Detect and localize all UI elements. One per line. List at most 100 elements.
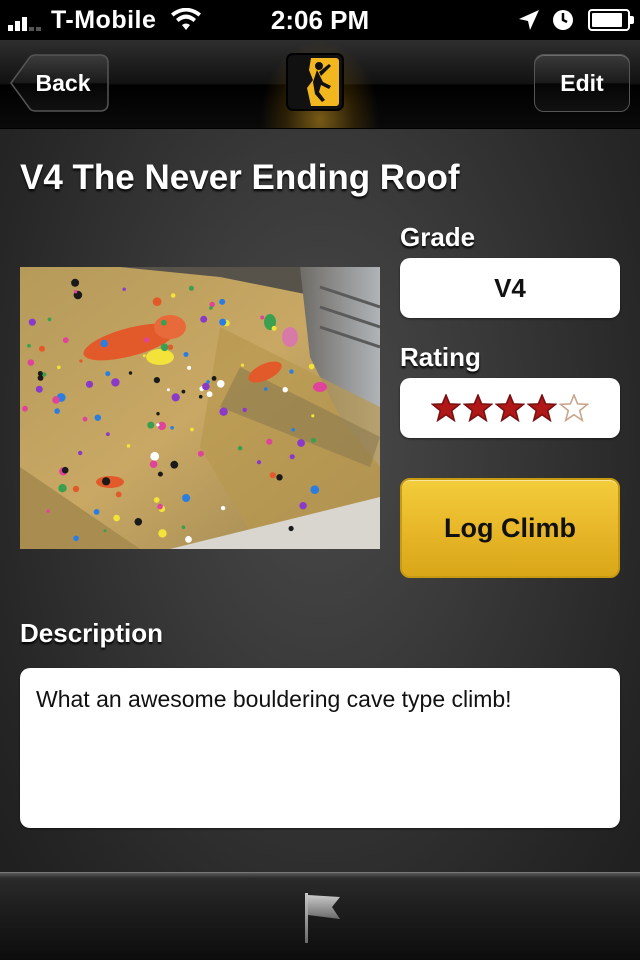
description-text: What an awesome bouldering cave type cli… [36, 686, 512, 712]
hold-mark [111, 378, 120, 387]
star-filled-icon[interactable] [527, 394, 557, 422]
hold-mark [158, 529, 167, 538]
hold-mark [202, 382, 210, 391]
hold-mark [27, 359, 35, 366]
hold-mark [187, 365, 192, 370]
hold-mark [128, 371, 133, 375]
hold-mark [237, 445, 243, 451]
hold-mark [105, 371, 111, 377]
grade-field[interactable]: V4 [400, 258, 620, 318]
hold-mark [170, 293, 176, 298]
hold-mark [85, 380, 94, 388]
hold-mark [198, 394, 203, 399]
hold-mark [256, 460, 262, 465]
hold-mark [289, 369, 294, 374]
hold-mark [106, 432, 110, 437]
flag-icon[interactable] [298, 889, 344, 945]
hold-mark [282, 387, 288, 393]
hold-mark [310, 485, 320, 494]
hold-mark [276, 474, 283, 481]
star-empty-icon[interactable] [559, 394, 589, 422]
hold-mark [82, 416, 88, 422]
hold-mark [271, 325, 277, 331]
hold-mark [142, 354, 146, 358]
hold-mark [219, 298, 226, 305]
bottom-toolbar [0, 872, 640, 960]
back-button[interactable]: Back [10, 54, 109, 112]
hold-mark [160, 319, 167, 326]
hold-mark [54, 408, 60, 414]
hold-mark [209, 306, 213, 310]
hold-mark [150, 451, 160, 461]
hold-mark [299, 502, 307, 510]
hold-mark [171, 393, 180, 402]
status-bar: T-Mobile 2:06 PM [0, 0, 640, 40]
hold-mark [206, 391, 213, 398]
hold-mark [170, 426, 174, 430]
climb-photo-image [20, 267, 380, 549]
hold-mark [52, 396, 60, 404]
star-filled-icon[interactable] [463, 394, 493, 422]
hold-mark [113, 514, 120, 522]
hold-mark [79, 359, 83, 363]
hold-mark [216, 380, 225, 388]
hold-mark [156, 412, 160, 416]
star-filled-icon[interactable] [495, 394, 525, 422]
hold-mark [291, 428, 296, 432]
back-button-label: Back [35, 69, 91, 96]
hold-mark [182, 494, 191, 502]
hold-mark [240, 363, 245, 367]
hold-mark [73, 535, 79, 542]
hold-mark [115, 491, 122, 498]
star-rating [430, 394, 590, 422]
hold-mark [37, 371, 43, 376]
hold-mark [160, 343, 169, 352]
hold-mark [220, 505, 226, 511]
hold-mark [94, 414, 102, 421]
hold-mark [308, 363, 315, 370]
hold-mark [78, 450, 83, 456]
description-field[interactable]: What an awesome bouldering cave type cli… [20, 668, 620, 828]
hold-mark [57, 365, 61, 370]
hold-mark [156, 423, 160, 427]
edit-button[interactable]: Edit [534, 54, 630, 112]
battery-fill [592, 13, 623, 27]
rating-label: Rating [400, 342, 481, 372]
hold-mark [181, 525, 186, 529]
hold-mark [73, 290, 78, 294]
hold-mark [181, 389, 186, 394]
hold-mark [297, 439, 305, 447]
hold-mark [289, 454, 295, 460]
hold-mark [147, 421, 155, 429]
alarm-icon [553, 10, 573, 30]
hold-mark [170, 460, 179, 469]
hold-mark [269, 472, 276, 479]
hold-mark [157, 503, 163, 510]
hold-mark [103, 529, 107, 533]
hold-mark [266, 438, 273, 445]
hold-mark [100, 339, 108, 348]
star-filled-icon[interactable] [431, 394, 461, 422]
climb-photo[interactable] [20, 267, 380, 549]
hold-mark [206, 380, 210, 384]
rating-field[interactable] [400, 378, 620, 438]
hold-mark [46, 509, 50, 513]
hold-mark [183, 352, 189, 357]
hold-mark [311, 414, 315, 418]
hold-mark [93, 509, 100, 515]
hold-mark [126, 444, 131, 448]
hold-mark [152, 297, 162, 306]
grade-value: V4 [494, 272, 526, 303]
hold-mark [260, 315, 265, 320]
hold-mark [200, 315, 208, 323]
log-climb-button[interactable]: Log Climb [400, 478, 620, 578]
hold-mark [288, 525, 294, 532]
hold-mark [35, 385, 43, 393]
hold-mark [47, 317, 52, 322]
hold-mark [102, 477, 111, 486]
hold-mark [58, 484, 67, 493]
description-label: Description [20, 618, 164, 648]
hold-mark [188, 285, 194, 291]
hold-mark [190, 427, 194, 432]
grade-label: Grade [400, 222, 476, 252]
